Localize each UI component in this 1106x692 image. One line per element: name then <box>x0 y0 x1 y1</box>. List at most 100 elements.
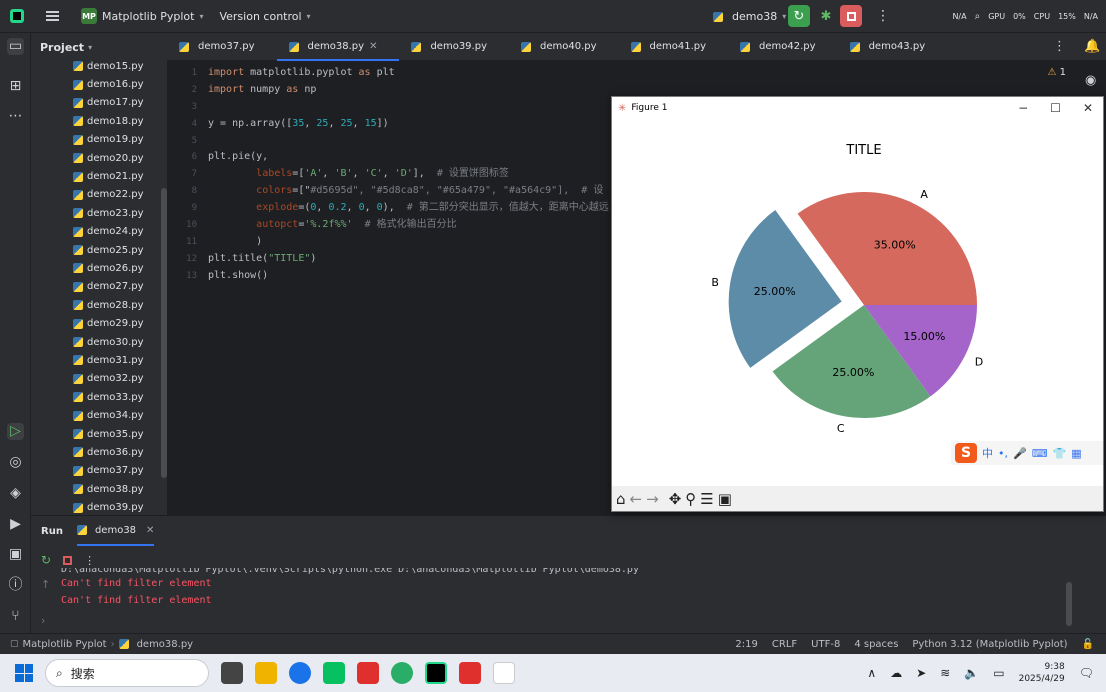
file-tree-item[interactable]: demo23.py <box>31 204 161 222</box>
notification-center-icon[interactable]: 🗨 <box>1079 666 1094 680</box>
punctuation-icon[interactable]: •, <box>998 447 1008 460</box>
caret-position[interactable]: 2:19 <box>735 639 757 650</box>
skin-icon[interactable]: 👕 <box>1053 447 1067 460</box>
back-icon[interactable]: ← <box>630 490 643 508</box>
ime-toolbar[interactable]: S 中 •, 🎤 ⌨ 👕 ▦ <box>951 441 1103 465</box>
battery-icon[interactable]: ▭ <box>993 666 1004 680</box>
subplots-config-icon[interactable]: ☰ <box>700 490 713 508</box>
file-tree-item[interactable]: demo31.py <box>31 351 161 369</box>
pycharm-logo-icon[interactable] <box>10 9 24 23</box>
tray-overflow-icon[interactable]: ∧ <box>867 666 876 680</box>
file-tree-item[interactable]: demo35.py <box>31 425 161 443</box>
file-tree-item[interactable]: demo30.py <box>31 333 161 351</box>
editor-tab[interactable]: demo38.py ✕ <box>276 33 400 61</box>
wps-office-icon[interactable] <box>459 662 481 684</box>
console-scrollbar[interactable] <box>1066 582 1072 626</box>
problems-icon[interactable]: ⓘ <box>7 577 24 594</box>
run-config-selector[interactable]: demo38 ▾ <box>713 0 786 33</box>
file-tree-item[interactable]: demo34.py <box>31 406 161 424</box>
clock[interactable]: 9:38 2025/4/29 <box>1019 661 1065 685</box>
notifications-icon[interactable]: 🔔 <box>1084 39 1100 54</box>
file-tree-item[interactable]: demo29.py <box>31 314 161 332</box>
search-everywhere-icon[interactable]: ⌕ <box>975 11 981 22</box>
file-tree-item[interactable]: demo17.py <box>31 94 161 112</box>
file-tree-item[interactable]: demo27.py <box>31 278 161 296</box>
code-content[interactable]: import matplotlib.pyplot as plt import nu… <box>208 65 609 285</box>
editor-tab[interactable]: demo37.py <box>167 33 277 61</box>
start-menu-icon[interactable] <box>15 664 33 682</box>
editor-tab[interactable]: demo39.py <box>399 33 509 61</box>
more-actions-icon[interactable]: ⋮ <box>84 554 95 567</box>
more-actions-icon[interactable]: ⋮ <box>876 8 890 24</box>
file-tree-item[interactable]: demo39.py <box>31 498 161 515</box>
location-icon[interactable]: ➤ <box>916 666 926 680</box>
close-icon[interactable]: ✕ <box>146 525 154 536</box>
warning-indicator[interactable]: ⚠ 1 <box>1047 67 1066 78</box>
run-tool-icon[interactable]: ▷ <box>7 423 24 440</box>
python-console-icon[interactable]: ◎ <box>7 454 24 471</box>
file-tree-item[interactable]: demo38.py <box>31 480 161 498</box>
zoom-icon[interactable]: ⚲ <box>685 490 696 508</box>
file-tree-item[interactable]: demo28.py <box>31 296 161 314</box>
file-tree-item[interactable]: demo37.py <box>31 462 161 480</box>
file-tree-item[interactable]: demo26.py <box>31 259 161 277</box>
wifi-icon[interactable]: ≋ <box>940 666 950 680</box>
file-tree-item[interactable]: demo19.py <box>31 131 161 149</box>
debug-button[interactable]: ✱ <box>815 5 837 27</box>
task-view-icon[interactable] <box>221 662 243 684</box>
expand-icon[interactable]: › <box>41 614 45 627</box>
file-tree-item[interactable]: demo25.py <box>31 241 161 259</box>
volume-icon[interactable]: 🔈 <box>964 666 979 680</box>
editor-tab[interactable]: demo42.py <box>728 33 838 61</box>
structure-tool-icon[interactable]: ⊞ <box>7 78 24 95</box>
lock-icon[interactable]: 🔓 <box>1082 639 1094 650</box>
project-tool-icon[interactable]: ▭ <box>7 38 24 55</box>
file-tree-item[interactable]: demo36.py <box>31 443 161 461</box>
vcs-menu[interactable]: Version control ▾ <box>219 10 310 23</box>
indent-setting[interactable]: 4 spaces <box>854 639 898 650</box>
console-output[interactable]: D:\anaconda3\Matplotlib Pyplot\.venv\Scr… <box>61 568 1101 609</box>
file-tree-item[interactable]: demo20.py <box>31 149 161 167</box>
stop-button[interactable] <box>840 5 862 27</box>
keyboard-icon[interactable]: ⌨ <box>1032 447 1048 460</box>
file-tree-item[interactable]: demo32.py <box>31 370 161 388</box>
project-switcher[interactable]: MP Matplotlib Pyplot ▾ <box>59 8 203 24</box>
minimize-button[interactable]: − <box>1018 101 1028 115</box>
wps-icon[interactable] <box>357 662 379 684</box>
pan-icon[interactable]: ✥ <box>669 490 682 508</box>
packages-icon[interactable]: ◈ <box>7 485 24 502</box>
rerun-button[interactable]: ↻ <box>788 5 810 27</box>
breadcrumb[interactable]: ▢ Matplotlib Pyplot › demo38.py <box>10 639 193 650</box>
microphone-icon[interactable]: 🎤 <box>1013 447 1027 460</box>
wechat-app-icon[interactable] <box>323 662 345 684</box>
cloud-icon[interactable]: ☁ <box>890 666 902 680</box>
main-menu-icon[interactable] <box>46 11 59 21</box>
apps-icon[interactable]: ▦ <box>1071 447 1081 460</box>
forward-icon[interactable]: → <box>646 490 659 508</box>
close-button[interactable]: ✕ <box>1083 101 1093 115</box>
file-tree-item[interactable]: demo24.py <box>31 223 161 241</box>
file-explorer-icon[interactable] <box>255 662 277 684</box>
line-separator[interactable]: CRLF <box>772 639 797 650</box>
taskbar-search[interactable]: ⌕ 搜索 <box>45 659 209 687</box>
git-icon[interactable]: ⑂ <box>7 608 24 625</box>
rerun-icon[interactable]: ↻ <box>41 553 51 567</box>
terminal-icon[interactable]: ▣ <box>7 546 24 563</box>
maximize-button[interactable]: ☐ <box>1050 101 1061 115</box>
file-tree-item[interactable]: demo15.py <box>31 57 161 75</box>
edge-browser-icon[interactable] <box>289 662 311 684</box>
editor-tab[interactable]: demo40.py <box>509 33 619 61</box>
file-tree-item[interactable]: demo16.py <box>31 75 161 93</box>
file-tree-item[interactable]: demo18.py <box>31 112 161 130</box>
scroll-up-icon[interactable]: ↑ <box>41 578 50 591</box>
close-icon[interactable]: ✕ <box>369 41 377 52</box>
run-tab[interactable]: demo38 ✕ <box>76 516 155 546</box>
stop-icon[interactable] <box>63 555 73 565</box>
more-tools-icon[interactable]: ⋯ <box>7 108 24 125</box>
python-interpreter[interactable]: Python 3.12 (Matplotlib Pyplot) <box>912 639 1067 650</box>
file-tree-item[interactable]: demo33.py <box>31 388 161 406</box>
file-encoding[interactable]: UTF-8 <box>811 639 840 650</box>
home-icon[interactable]: ⌂ <box>616 490 626 508</box>
editor-tab[interactable]: demo41.py <box>619 33 729 61</box>
editor-tab[interactable]: demo43.py <box>838 33 948 61</box>
